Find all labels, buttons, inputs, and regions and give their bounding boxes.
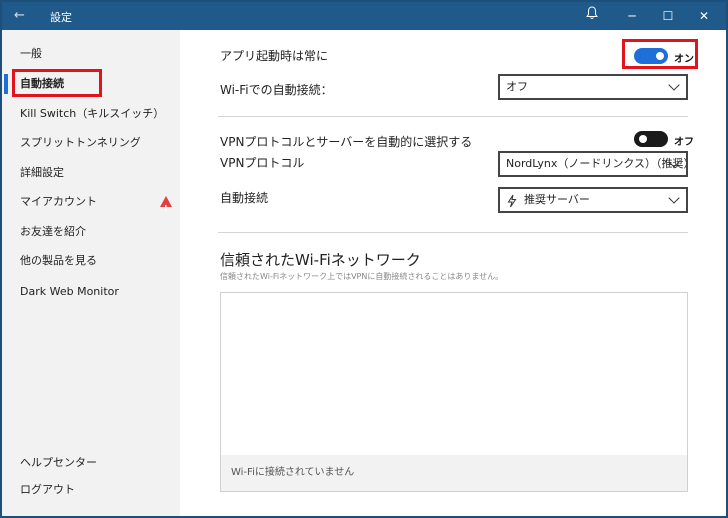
- auto-select-state: オフ: [674, 137, 694, 148]
- wifi-auto-connect-label: Wi-Fiでの自動接続：: [220, 83, 333, 97]
- select-value: NordLynx（ノードリンクス）（推奨）: [506, 157, 688, 170]
- auto-connect-label: 自動接続: [220, 191, 269, 205]
- sidebar-item-label: 他の製品を見る: [20, 254, 97, 267]
- trusted-wifi-title: 信頼されたWi-Fiネットワーク: [220, 251, 421, 269]
- launch-always-state: オン: [674, 54, 694, 65]
- settings-window: ← 設定 ─ ☐ ✕ 一般 自動接続 Kill Switch（キルスイッチ） ス…: [2, 2, 726, 516]
- maximize-icon[interactable]: ☐: [658, 6, 678, 26]
- window-title: 設定: [50, 11, 72, 24]
- sidebar: 一般 自動接続 Kill Switch（キルスイッチ） スプリットトンネリング …: [2, 30, 180, 516]
- lightning-icon: [507, 193, 517, 211]
- sidebar-item-split-tunneling[interactable]: スプリットトンネリング: [2, 131, 180, 155]
- auto-select-toggle[interactable]: [634, 131, 668, 147]
- warning-icon: [160, 196, 172, 221]
- chevron-down-icon: [668, 192, 680, 204]
- sidebar-item-label: スプリットトンネリング: [20, 136, 141, 149]
- sidebar-item-label: お友達を紹介: [20, 225, 86, 238]
- active-indicator: [4, 74, 8, 94]
- bell-icon[interactable]: [582, 6, 602, 26]
- toggle-knob: [639, 135, 647, 143]
- protocol-label: VPNプロトコル: [220, 156, 305, 170]
- wifi-empty-state: Wi-Fiに接続されていません: [221, 455, 687, 491]
- back-arrow-icon[interactable]: ←: [14, 8, 25, 23]
- lightning-icon-svg: [507, 194, 517, 208]
- bell-icon-svg: [586, 6, 598, 19]
- wifi-auto-connect-select[interactable]: オフ: [498, 74, 688, 100]
- auto-connect-select[interactable]: 推奨サーバー: [498, 187, 688, 213]
- select-value: 推奨サーバー: [524, 193, 590, 206]
- sidebar-item-advanced[interactable]: 詳細設定: [2, 161, 180, 185]
- sidebar-item-refer-friend[interactable]: お友達を紹介: [2, 220, 180, 244]
- sidebar-item-help-center[interactable]: ヘルプセンター: [2, 451, 180, 475]
- sidebar-item-logout[interactable]: ログアウト: [2, 478, 180, 502]
- protocol-select[interactable]: NordLynx（ノードリンクス）（推奨）: [498, 151, 688, 177]
- trusted-wifi-subtitle: 信頼されたWi-Fiネットワーク上ではVPNに自動接続されることはありません。: [220, 272, 504, 281]
- trusted-wifi-list[interactable]: Wi-Fiに接続されていません: [220, 292, 688, 492]
- section-divider: [218, 232, 688, 233]
- launch-always-label: アプリ起動時は常に: [220, 49, 329, 63]
- sidebar-item-dark-web-monitor[interactable]: Dark Web Monitor: [2, 280, 180, 304]
- sidebar-item-label: Kill Switch（キルスイッチ）: [20, 107, 165, 120]
- sidebar-item-general[interactable]: 一般: [2, 42, 180, 66]
- sidebar-item-my-account[interactable]: マイアカウント: [2, 190, 180, 221]
- launch-always-toggle[interactable]: [634, 48, 668, 64]
- toggle-knob: [656, 52, 664, 60]
- sidebar-item-label: 自動接続: [20, 77, 64, 90]
- main-panel: アプリ起動時は常に オン Wi-Fiでの自動接続： オフ VPNプロトコルとサー…: [180, 30, 726, 516]
- select-value: オフ: [506, 80, 528, 93]
- chevron-down-icon: [668, 79, 680, 91]
- sidebar-item-kill-switch[interactable]: Kill Switch（キルスイッチ）: [2, 102, 180, 126]
- sidebar-item-label: ヘルプセンター: [20, 456, 97, 469]
- section-divider: [218, 116, 688, 117]
- auto-select-label: VPNプロトコルとサーバーを自動的に選択する: [220, 135, 473, 149]
- sidebar-item-label: 一般: [20, 47, 42, 60]
- title-bar: ← 設定 ─ ☐ ✕: [2, 2, 726, 30]
- sidebar-item-other-products[interactable]: 他の製品を見る: [2, 249, 180, 273]
- minimize-icon[interactable]: ─: [622, 6, 642, 26]
- sidebar-item-label: 詳細設定: [20, 166, 64, 179]
- sidebar-item-label: Dark Web Monitor: [20, 285, 119, 298]
- sidebar-item-auto-connect[interactable]: 自動接続: [2, 72, 180, 96]
- sidebar-item-label: ログアウト: [20, 483, 75, 496]
- close-icon[interactable]: ✕: [694, 6, 714, 26]
- sidebar-item-label: マイアカウント: [20, 195, 97, 208]
